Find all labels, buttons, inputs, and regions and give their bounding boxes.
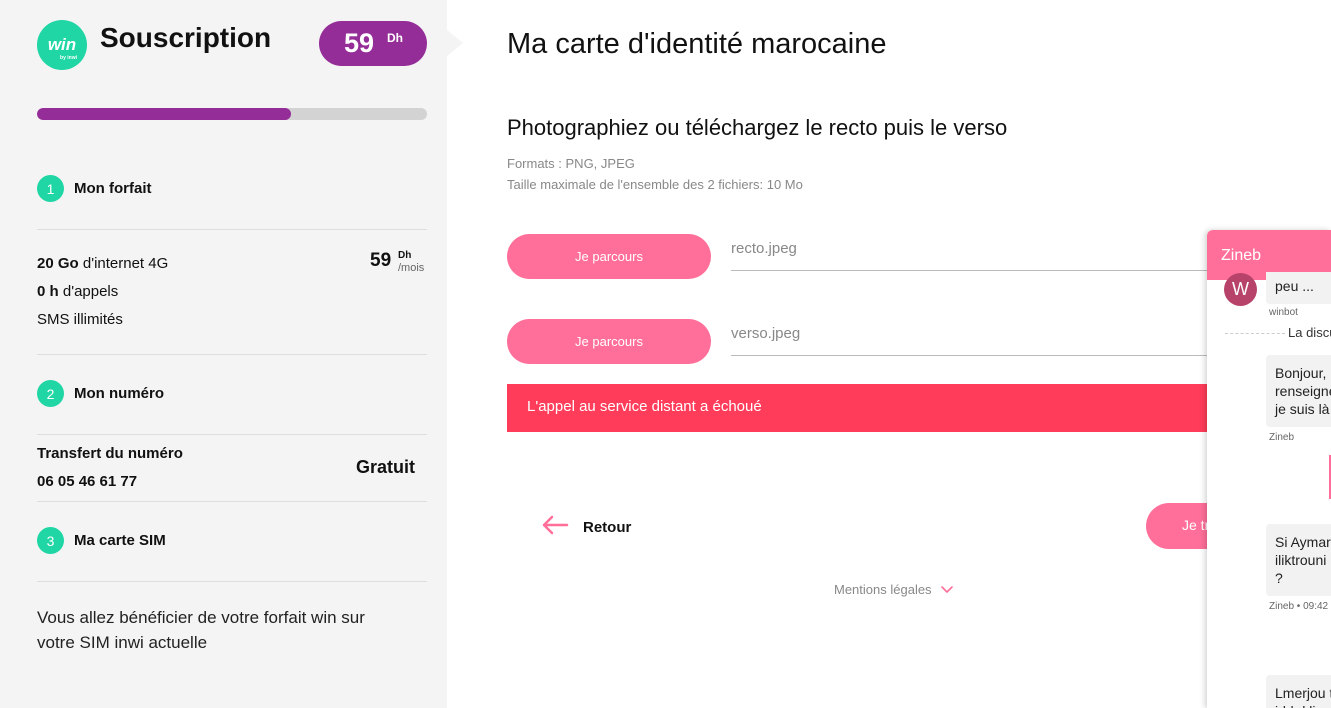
plan-price-period: /mois xyxy=(398,262,425,274)
price-badge-value: 59 xyxy=(344,28,375,58)
plan-calls-amount: 0 h xyxy=(37,283,59,300)
win-logo: win by inwi xyxy=(37,20,87,70)
back-button[interactable]: Retour xyxy=(541,514,631,540)
plan-sms-line: SMS illimités xyxy=(37,311,123,328)
divider xyxy=(37,581,427,582)
divider xyxy=(37,501,427,502)
chat-message-meta: Zineb • 09:42 xyxy=(1269,601,1329,612)
page-title: Souscription xyxy=(100,22,272,53)
plan-price: 59 xyxy=(370,250,392,271)
recto-file-field[interactable]: recto.jpeg xyxy=(731,233,1207,271)
plan-calls-line: 0 h d'appels xyxy=(37,283,118,300)
chevron-down-icon xyxy=(940,582,954,597)
plan-calls-label: d'appels xyxy=(62,283,119,300)
chat-message: Bonjour, renseigne je suis là xyxy=(1266,355,1331,427)
formats-text: Formats : PNG, JPEG xyxy=(507,156,635,171)
plan-data-line: 20 Go d'internet 4G xyxy=(37,255,168,272)
logo-subtext: by inwi xyxy=(60,55,77,61)
step-3-title: Ma carte SIM xyxy=(74,532,166,549)
sim-info-text: Vous allez bénéficier de votre forfait w… xyxy=(37,608,365,652)
chat-system-message: La discu xyxy=(1288,325,1331,340)
legal-label: Mentions légales xyxy=(834,582,932,597)
step-2-badge: 2 xyxy=(37,380,64,407)
browse-recto-button[interactable]: Je parcours xyxy=(507,234,711,279)
step-2-title: Mon numéro xyxy=(74,385,164,402)
divider xyxy=(37,354,427,355)
back-label: Retour xyxy=(583,518,632,536)
progress-bar xyxy=(37,108,427,120)
chat-message: Si Aymar iliktrouni ? xyxy=(1266,524,1331,596)
sidebar: win by inwi Souscription 59 Dh 1 Mon for… xyxy=(0,0,447,708)
phone-number: 06 05 46 61 77 xyxy=(37,473,138,490)
sidebar-pointer xyxy=(447,30,463,56)
verso-file-field[interactable]: verso.jpeg xyxy=(731,318,1207,356)
chat-message: peu ... xyxy=(1266,272,1331,304)
step-1-badge: 1 xyxy=(37,175,64,202)
price-badge: 59 Dh xyxy=(319,21,427,66)
logo-text: win xyxy=(47,35,77,54)
chat-widget[interactable]: Zineb W peu ... winbot La discu Bonjour,… xyxy=(1207,230,1331,708)
bot-avatar: W xyxy=(1224,273,1257,306)
max-size-text: Taille maximale de l'ensemble des 2 fich… xyxy=(507,177,803,192)
divider xyxy=(37,434,427,435)
transfer-label: Transfert du numéro xyxy=(37,445,183,462)
arrow-left-icon xyxy=(541,515,569,540)
plan-price-currency: Dh xyxy=(398,250,412,261)
chat-message-meta: Zineb xyxy=(1269,432,1295,443)
plan-data-label: d'internet 4G xyxy=(82,255,169,272)
browse-verso-button[interactable]: Je parcours xyxy=(507,319,711,364)
plan-data-amount: 20 Go xyxy=(37,255,79,272)
legal-mentions-toggle[interactable]: Mentions légales xyxy=(834,582,954,597)
upload-subtitle: Photographiez ou téléchargez le recto pu… xyxy=(507,115,1008,140)
chat-message: Lmerjou t idd d li xyxy=(1266,675,1331,708)
chat-message-meta: winbot xyxy=(1269,307,1298,318)
step-1-title: Mon forfait xyxy=(74,180,152,197)
divider xyxy=(37,229,427,230)
next-button[interactable]: Je tr xyxy=(1146,503,1207,549)
divider xyxy=(1225,333,1285,334)
price-badge-currency: Dh xyxy=(387,31,403,45)
transfer-price: Gratuit xyxy=(356,457,416,477)
progress-fill xyxy=(37,108,291,120)
main-title: Ma carte d'identité marocaine xyxy=(507,28,887,60)
error-banner: L'appel au service distant a échoué xyxy=(507,384,1207,432)
step-3-badge: 3 xyxy=(37,527,64,554)
